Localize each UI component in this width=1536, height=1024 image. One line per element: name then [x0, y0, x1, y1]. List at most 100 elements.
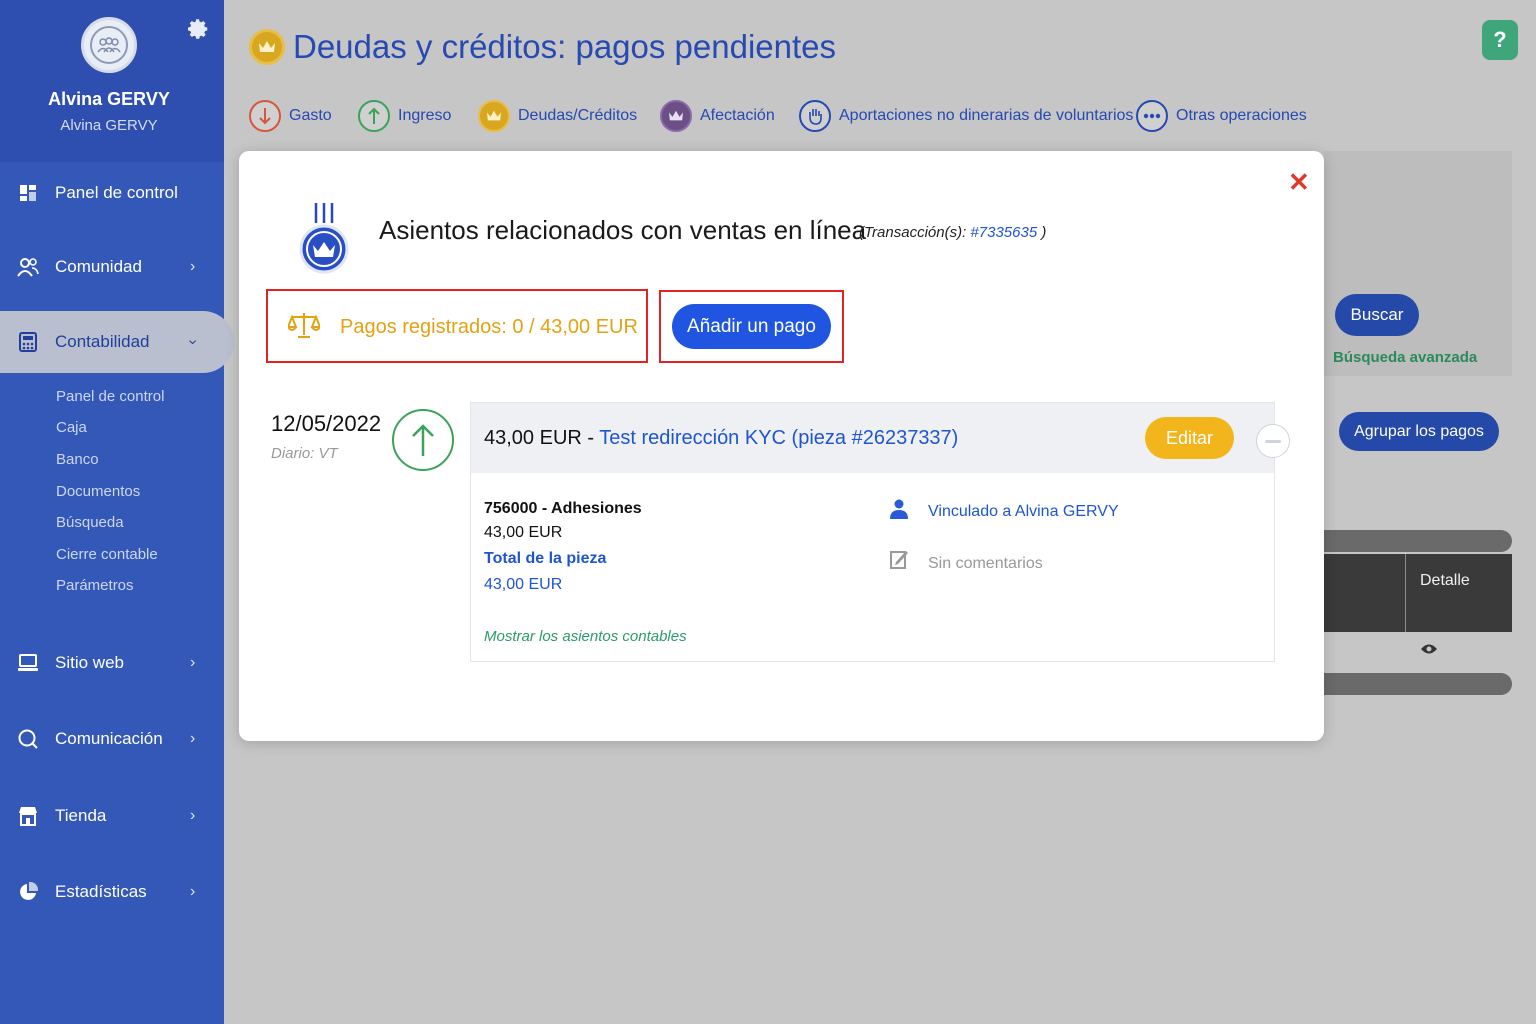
add-payment-button[interactable]: Añadir un pago — [672, 304, 831, 349]
entry-piece-link[interactable]: Test redirección KYC (pieza #26237337) — [599, 427, 958, 449]
registered-payments-text: Pagos registrados: 0 / 43,00 EUR — [340, 316, 638, 338]
tab-expense[interactable]: Gasto — [249, 96, 332, 136]
community-logo-icon — [90, 26, 128, 64]
minus-icon — [1265, 439, 1281, 443]
eye-icon[interactable] — [1420, 642, 1438, 656]
piece-total-label: Total de la pieza — [484, 550, 607, 567]
tab-label: Ingreso — [398, 107, 452, 124]
detail-column-header: Detalle — [1420, 572, 1470, 589]
entry-journal: Diario: VT — [271, 445, 338, 462]
chevron-right-icon: › — [190, 883, 196, 900]
chevron-right-icon: › — [190, 730, 196, 747]
subitem-cash[interactable]: Caja — [56, 419, 87, 436]
add-payment-highlight: Añadir un pago — [659, 290, 844, 363]
sidebar-header: Alvina GERVY Alvina GERVY — [0, 0, 224, 162]
transaction-link[interactable]: #7335635 — [970, 224, 1037, 241]
sidebar-item-label: Comunidad — [55, 257, 142, 276]
piece-total-value: 43,00 EUR — [484, 576, 563, 593]
group-payments-button[interactable]: Agrupar los pagos — [1339, 412, 1499, 451]
sidebar-item-label: Panel de control — [55, 183, 178, 202]
chevron-down-icon: › — [184, 339, 202, 345]
account-label: 756000 - Adhesiones — [484, 500, 642, 517]
entry-card: 43,00 EUR - Test redirección KYC (pieza … — [470, 402, 1275, 662]
chevron-right-icon: › — [190, 654, 196, 671]
table-header — [1324, 554, 1512, 632]
avatar[interactable] — [81, 17, 137, 73]
sidebar: Alvina GERVY Alvina GERVY Panel de contr… — [0, 0, 234, 1024]
tab-label: Afectación — [700, 107, 775, 124]
linked-user-link[interactable]: Vinculado a Alvina GERVY — [928, 503, 1119, 521]
chevron-right-icon: › — [190, 258, 196, 275]
entry-title: 43,00 EUR - Test redirección KYC (pieza … — [484, 427, 958, 450]
sidebar-item-community[interactable]: Comunidad › — [0, 247, 224, 287]
chevron-right-icon: › — [190, 807, 196, 824]
subitem-dashboard[interactable]: Panel de control — [56, 388, 164, 405]
subitem-documents[interactable]: Documentos — [56, 483, 140, 500]
sidebar-item-stats[interactable]: Estadísticas › — [0, 872, 224, 912]
edit-button[interactable]: Editar — [1145, 417, 1234, 459]
sidebar-item-label: Contabilidad — [55, 332, 150, 351]
user-name: Alvina GERVY — [48, 89, 170, 109]
show-entries-link[interactable]: Mostrar los asientos contables — [484, 628, 687, 645]
comment-edit-icon — [890, 549, 908, 569]
more-icon — [1136, 100, 1168, 132]
tab-allocation[interactable]: Afectación — [660, 96, 775, 136]
subitem-bank[interactable]: Banco — [56, 451, 99, 468]
registered-payments-highlight: Pagos registrados: 0 / 43,00 EUR — [266, 289, 648, 363]
close-icon[interactable]: ✕ — [1288, 169, 1310, 195]
sidebar-item-label: Estadísticas — [55, 882, 147, 901]
transaction-label: (Transacción(s): — [859, 224, 971, 241]
transaction-end: ) — [1037, 224, 1047, 241]
tab-income[interactable]: Ingreso — [358, 96, 451, 136]
dashboard-icon — [17, 182, 39, 204]
help-button[interactable]: ? — [1482, 20, 1518, 60]
arrow-down-icon — [249, 100, 281, 132]
table-scrollbar-bottom[interactable] — [1324, 673, 1512, 695]
tab-label: Aportaciones no dinerarias de voluntario… — [839, 107, 1134, 124]
crown-icon — [478, 100, 510, 132]
column-divider — [1405, 554, 1406, 632]
collapse-button[interactable] — [1256, 424, 1290, 458]
tab-debts[interactable]: Deudas/Créditos — [478, 96, 637, 136]
sidebar-item-dashboard[interactable]: Panel de control — [0, 173, 224, 213]
user-icon — [890, 499, 908, 519]
search-button[interactable]: Buscar — [1335, 294, 1419, 336]
sidebar-item-website[interactable]: Sitio web › — [0, 643, 224, 683]
website-icon — [17, 652, 39, 674]
comments-text: Sin comentarios — [928, 555, 1043, 572]
calculator-icon — [17, 331, 39, 353]
gear-icon[interactable] — [188, 18, 210, 40]
shop-icon — [17, 805, 39, 827]
subitem-closing[interactable]: Cierre contable — [56, 546, 158, 563]
tab-label: Gasto — [289, 107, 332, 124]
crown-arrow-icon — [660, 100, 692, 132]
sidebar-item-label: Comunicación — [55, 729, 163, 748]
entry-amount: 43,00 EUR - — [484, 427, 600, 449]
search-panel — [1324, 151, 1512, 376]
scale-icon — [286, 311, 322, 339]
sidebar-item-label: Tienda — [55, 806, 107, 825]
tab-other-operations[interactable]: Otras operaciones — [1136, 96, 1307, 136]
community-icon — [17, 256, 39, 278]
crown-icon — [249, 29, 285, 65]
arrow-up-icon — [392, 409, 454, 471]
subitem-search[interactable]: Búsqueda — [56, 514, 124, 531]
user-subtitle: Alvina GERVY — [60, 117, 158, 134]
entry-header: 43,00 EUR - Test redirección KYC (pieza … — [471, 403, 1274, 473]
tab-label: Deudas/Créditos — [518, 107, 638, 124]
entry-date: 12/05/2022 — [271, 411, 382, 436]
table-scrollbar[interactable] — [1324, 530, 1512, 552]
sidebar-item-accounting[interactable]: Contabilidad › — [0, 311, 234, 373]
tab-volunteer-contributions[interactable]: Aportaciones no dinerarias de voluntario… — [799, 96, 1133, 136]
transaction-ref: (Transacción(s): #7335635 ) — [859, 224, 1046, 241]
advanced-search-link[interactable]: Búsqueda avanzada — [1333, 349, 1477, 366]
page-title: Deudas y créditos: pagos pendientes — [293, 28, 837, 65]
hand-icon — [799, 100, 831, 132]
arrow-up-icon — [358, 100, 390, 132]
chat-icon — [17, 728, 39, 750]
sidebar-item-communication[interactable]: Comunicación › — [0, 719, 224, 759]
sidebar-item-shop[interactable]: Tienda › — [0, 796, 224, 836]
tab-label: Otras operaciones — [1176, 107, 1307, 124]
pie-chart-icon — [17, 881, 39, 903]
subitem-settings[interactable]: Parámetros — [56, 577, 134, 594]
